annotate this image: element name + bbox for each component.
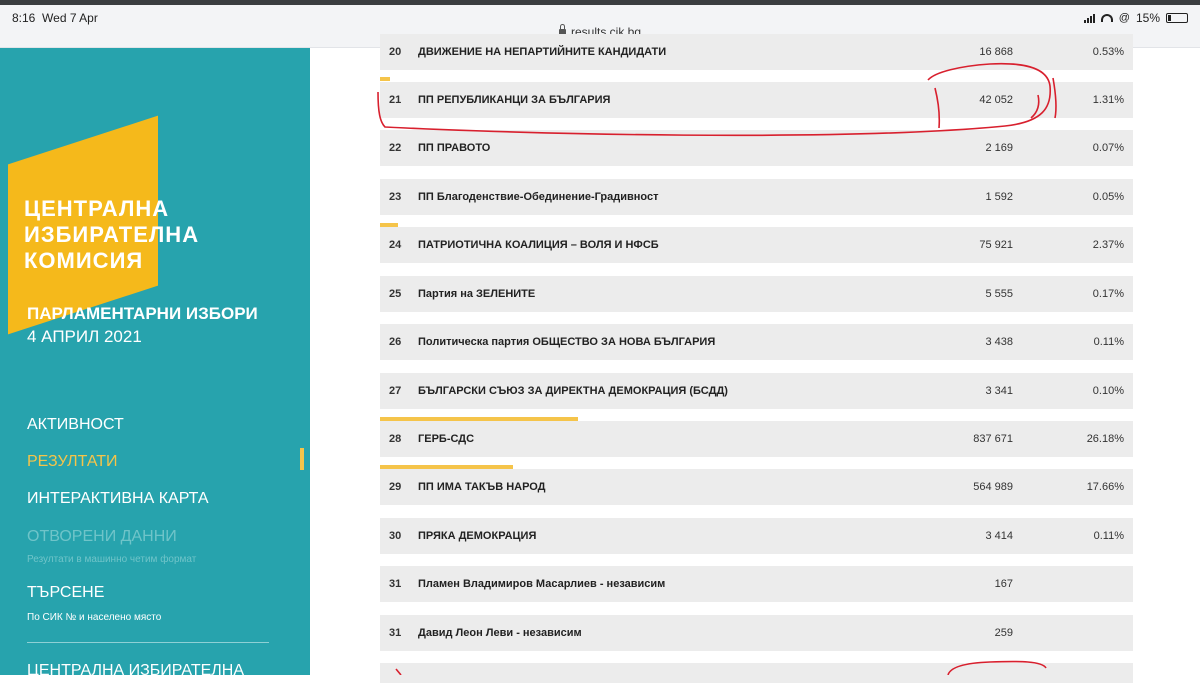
nav-active-marker [300, 448, 304, 470]
row-number: 29 [389, 481, 402, 493]
table-row[interactable]: 21 ПП РЕПУБЛИКАНЦИ ЗА БЪЛГАРИЯ 42 052 1.… [380, 82, 1133, 118]
vote-count: 3 438 [985, 336, 1013, 348]
party-name: БЪЛГАРСКИ СЪЮЗ ЗА ДИРЕКТНА ДЕМОКРАЦИЯ (Б… [418, 385, 728, 397]
sidebar-divider [27, 642, 269, 643]
party-name: ДВИЖЕНИЕ НА НЕПАРТИЙНИТЕ КАНДИДАТИ [418, 46, 667, 58]
row-number: 31 [389, 578, 402, 590]
status-date: Wed 7 Apr [42, 11, 98, 25]
party-name: ПАТРИОТИЧНА КОАЛИЦИЯ – ВОЛЯ И НФСБ [418, 239, 659, 251]
party-name: ПП РЕПУБЛИКАНЦИ ЗА БЪЛГАРИЯ [418, 94, 611, 106]
nav-search[interactable]: ТЪРСЕНЕ [27, 584, 104, 602]
logo-line-1: ЦЕНТРАЛНА [24, 196, 170, 221]
table-row[interactable]: 31 Пламен Владимиров Масарлиев - независ… [380, 566, 1133, 602]
nav-activity[interactable]: АКТИВНОСТ [27, 416, 124, 434]
vote-percent: 0.11% [1093, 530, 1124, 542]
nav-open-data-subtitle: Резултати в машинно четим формат [27, 554, 197, 565]
nav-results[interactable]: РЕЗУЛТАТИ [27, 453, 118, 471]
vote-count: 837 671 [973, 433, 1013, 445]
party-name: Политическа партия ОБЩЕСТВО ЗА НОВА БЪЛГ… [418, 336, 716, 348]
vote-count: 564 989 [973, 481, 1013, 493]
row-number: 20 [389, 46, 402, 58]
status-time: 8:16 [12, 11, 36, 25]
battery-percent: 15% [1135, 11, 1160, 25]
row-number: 31 [389, 627, 402, 639]
party-name: ПРЯКА ДЕМОКРАЦИЯ [418, 530, 537, 542]
vote-count: 5 555 [985, 288, 1013, 300]
vote-count: 2 169 [985, 142, 1013, 154]
vote-share-bar [380, 77, 390, 81]
sidebar: ЦЕНТРАЛНА ИЗБИРАТЕЛНА КОМИСИЯ ПАРЛАМЕНТА… [0, 48, 310, 675]
row-number: 25 [389, 288, 402, 300]
orientation-lock-icon: @ [1118, 12, 1130, 24]
status-clock: 8:16 Wed 7 Apr [12, 11, 98, 25]
vote-percent: 2.37% [1092, 239, 1124, 251]
table-row[interactable]: 27 БЪЛГАРСКИ СЪЮЗ ЗА ДИРЕКТНА ДЕМОКРАЦИЯ… [380, 373, 1133, 409]
table-row[interactable]: 24 ПАТРИОТИЧНА КОАЛИЦИЯ – ВОЛЯ И НФСБ 75… [380, 227, 1133, 263]
table-row[interactable]: 20 ДВИЖЕНИЕ НА НЕПАРТИЙНИТЕ КАНДИДАТИ 16… [380, 34, 1133, 70]
table-row[interactable]: 22 ПП ПРАВОТО 2 169 0.07% [380, 130, 1133, 166]
nav-search-subtitle: По СИК № и населено място [27, 612, 162, 623]
signal-icon [1083, 13, 1095, 23]
wifi-icon [1100, 14, 1113, 22]
party-name: Пламен Владимиров Масарлиев - независим [418, 578, 666, 590]
vote-percent: 0.53% [1092, 46, 1124, 58]
vote-percent: 0.05% [1092, 191, 1124, 203]
election-title: ПАРЛАМЕНТАРНИ ИЗБОРИ [27, 304, 258, 323]
nav-interactive-map[interactable]: ИНТЕРАКТИВНА КАРТА [27, 490, 209, 508]
logo-line-3: КОМИСИЯ [24, 248, 144, 273]
vote-count: 16 868 [979, 46, 1013, 58]
party-name: ПП ПРАВОТО [418, 142, 491, 154]
election-date: 4 АПРИЛ 2021 [27, 327, 142, 346]
party-name: ГЕРБ-СДС [418, 433, 475, 445]
status-icons: @ 15% [1083, 11, 1188, 25]
vote-percent: 0.07% [1092, 142, 1124, 154]
logo-line-2: ИЗБИРАТЕЛНА [24, 222, 200, 247]
table-row[interactable]: 25 Партия на ЗЕЛЕНИТЕ 5 555 0.17% [380, 276, 1133, 312]
row-number: 23 [389, 191, 402, 203]
vote-count: 75 921 [979, 239, 1013, 251]
vote-percent: 0.11% [1093, 336, 1124, 348]
vote-count: 167 [994, 578, 1013, 590]
party-name: ПП ИМА ТАКЪВ НАРОД [418, 481, 546, 493]
vote-count: 42 052 [979, 94, 1013, 106]
table-row[interactable]: 26 Политическа партия ОБЩЕСТВО ЗА НОВА Б… [380, 324, 1133, 360]
row-number: 26 [389, 336, 402, 348]
row-number: 28 [389, 433, 402, 445]
party-name: Давид Леон Леви - независим [418, 627, 582, 639]
row-number: 27 [389, 385, 402, 397]
vote-percent: 0.17% [1092, 288, 1124, 300]
battery-icon [1166, 13, 1188, 23]
row-number: 24 [389, 239, 402, 251]
table-row[interactable]: 28 ГЕРБ-СДС 837 671 26.18% [380, 421, 1133, 457]
vote-count: 3 341 [985, 385, 1013, 397]
row-number: 22 [389, 142, 402, 154]
party-name: ПП Благоденствие-Обединение-Градивност [418, 191, 659, 203]
vote-count: 3 414 [985, 530, 1013, 542]
table-row-partial[interactable] [380, 663, 1133, 683]
vote-percent: 0.10% [1092, 385, 1124, 397]
table-row[interactable]: 29 ПП ИМА ТАКЪВ НАРОД 564 989 17.66% [380, 469, 1133, 505]
cik-logo[interactable]: ЦЕНТРАЛНА ИЗБИРАТЕЛНА КОМИСИЯ [24, 196, 199, 274]
nav-open-data[interactable]: ОТВОРЕНИ ДАННИ [27, 528, 177, 546]
vote-percent: 1.31% [1092, 94, 1124, 106]
table-row[interactable]: 31 Давид Леон Леви - независим 259 [380, 615, 1133, 651]
vote-percent: 26.18% [1086, 433, 1124, 445]
row-number: 21 [389, 94, 402, 106]
nav-cik[interactable]: ЦЕНТРАЛНА ИЗБИРАТЕЛНА [27, 662, 244, 675]
vote-percent: 17.66% [1086, 481, 1124, 493]
party-name: Партия на ЗЕЛЕНИТЕ [418, 288, 536, 300]
table-row[interactable]: 30 ПРЯКА ДЕМОКРАЦИЯ 3 414 0.11% [380, 518, 1133, 554]
table-row[interactable]: 23 ПП Благоденствие-Обединение-Градивнос… [380, 179, 1133, 215]
row-number: 30 [389, 530, 402, 542]
vote-count: 259 [994, 627, 1013, 639]
vote-count: 1 592 [985, 191, 1013, 203]
